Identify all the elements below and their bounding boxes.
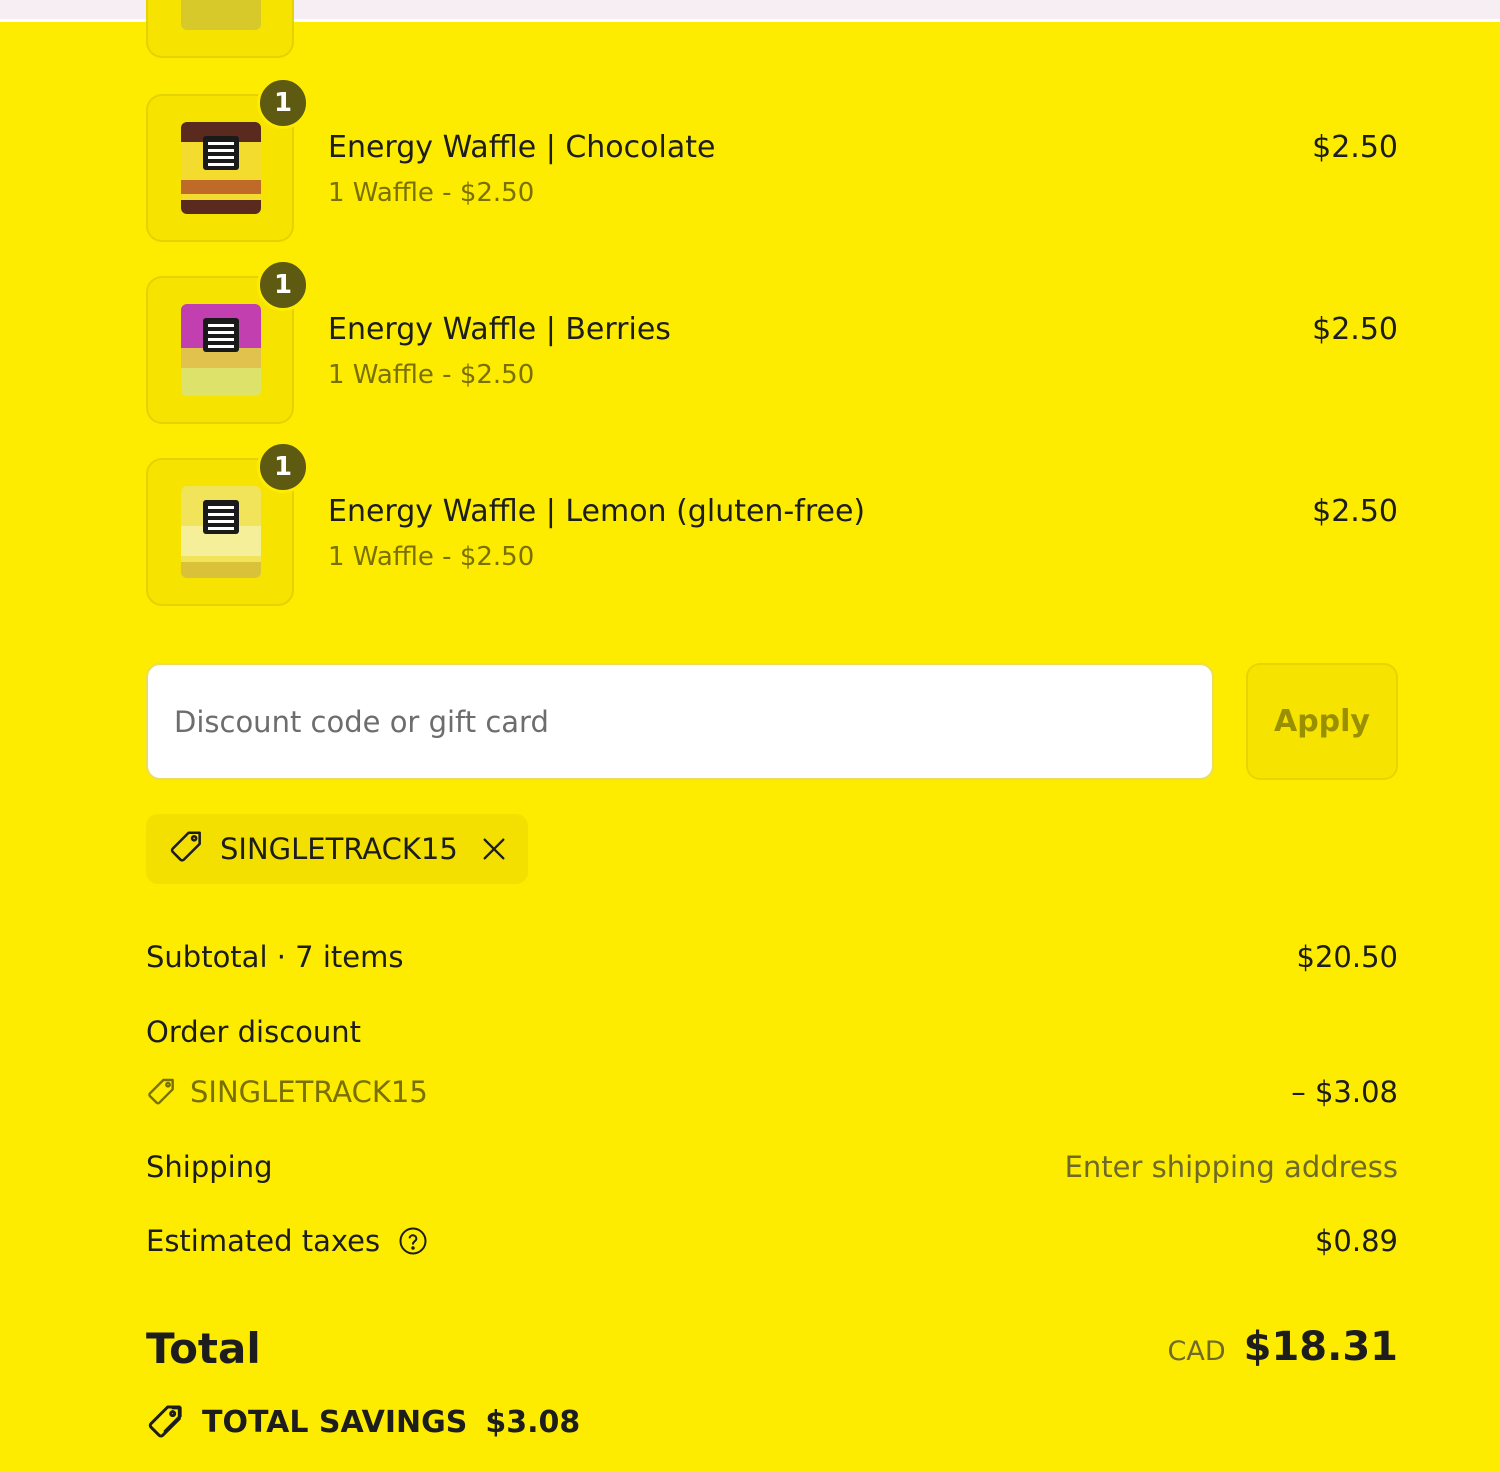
- applied-code-label: SINGLETRACK15: [220, 832, 458, 866]
- shipping-value: Enter shipping address: [1064, 1150, 1398, 1184]
- apply-discount-button[interactable]: Apply: [1246, 663, 1398, 780]
- product-thumbnail-partial: [146, 0, 294, 58]
- order-discount-label: Order discount: [146, 1015, 362, 1049]
- taxes-label: Estimated taxes: [146, 1224, 381, 1258]
- item-title: Energy Waffle | Lemon (gluten-free): [328, 494, 866, 529]
- shipping-label: Shipping: [146, 1150, 273, 1184]
- total-label: Total: [146, 1324, 261, 1373]
- taxes-row: Estimated taxes: [146, 1224, 428, 1258]
- total-savings-label: TOTAL SAVINGS: [202, 1404, 468, 1440]
- applied-discount-chip: SINGLETRACK15: [146, 814, 528, 884]
- subtotal-label: Subtotal · 7 items: [146, 940, 404, 974]
- currency-code: CAD: [1167, 1336, 1226, 1367]
- tag-icon: [168, 828, 206, 870]
- product-image: [181, 304, 261, 396]
- discount-code-input[interactable]: [146, 663, 1214, 780]
- item-variant: 1 Waffle - $2.50: [328, 542, 535, 572]
- quantity-badge: 1: [257, 441, 309, 493]
- product-image: [181, 0, 261, 30]
- item-variant: 1 Waffle - $2.50: [328, 178, 535, 208]
- product-image: [181, 486, 261, 578]
- total-amount-group: CAD $18.31: [1168, 1324, 1398, 1370]
- subtotal-value: $20.50: [1296, 940, 1398, 974]
- quantity-badge: 1: [257, 259, 309, 311]
- quantity-badge: 1: [257, 77, 309, 129]
- total-value: $18.31: [1243, 1324, 1398, 1370]
- product-image: [181, 122, 261, 214]
- item-price: $2.50: [1312, 130, 1398, 165]
- tag-icon: [146, 1076, 178, 1108]
- tag-icon: [146, 1402, 186, 1442]
- item-variant: 1 Waffle - $2.50: [328, 360, 535, 390]
- item-price: $2.50: [1312, 312, 1398, 347]
- order-discount-code-row: SINGLETRACK15: [146, 1075, 428, 1109]
- item-title: Energy Waffle | Berries: [328, 312, 671, 347]
- item-title: Energy Waffle | Chocolate: [328, 130, 716, 165]
- item-price: $2.50: [1312, 494, 1398, 529]
- close-icon[interactable]: [480, 835, 508, 863]
- order-discount-value: – $3.08: [1291, 1075, 1398, 1109]
- question-circle-icon[interactable]: [398, 1226, 428, 1256]
- order-discount-code: SINGLETRACK15: [190, 1075, 428, 1109]
- total-savings: TOTAL SAVINGS $3.08: [146, 1402, 580, 1442]
- taxes-value: $0.89: [1314, 1224, 1398, 1258]
- total-savings-value: $3.08: [485, 1404, 581, 1440]
